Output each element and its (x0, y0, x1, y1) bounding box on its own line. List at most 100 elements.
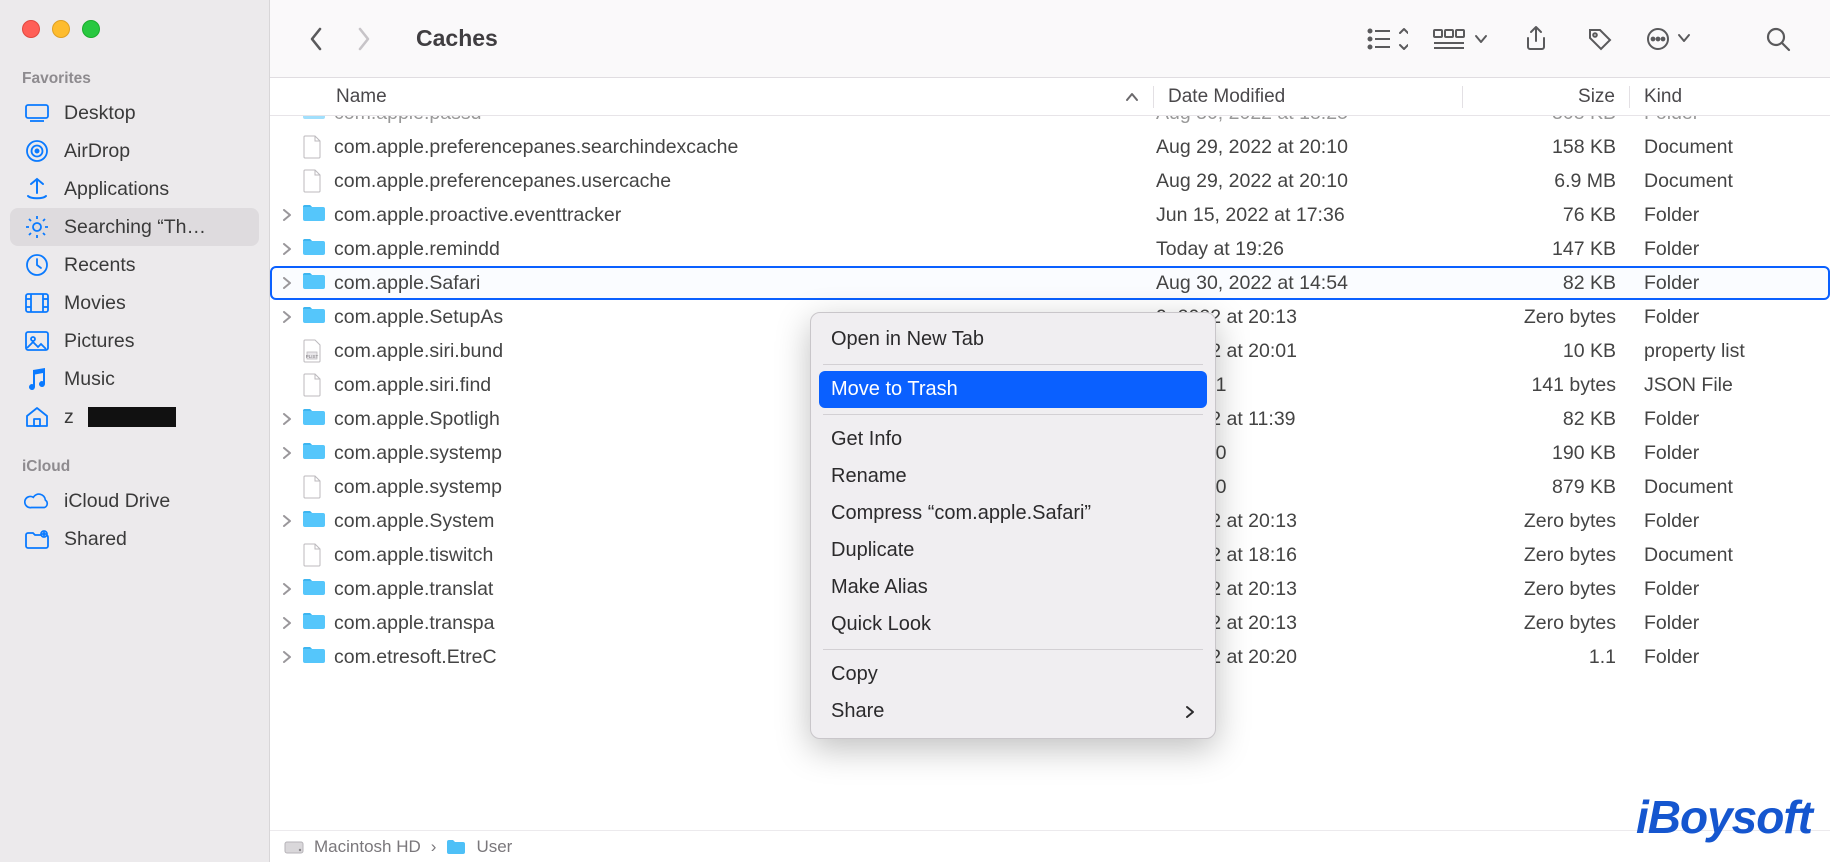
sidebar-item[interactable]: AirDrop (0, 132, 269, 170)
disclosure-chevron-icon[interactable] (278, 277, 296, 289)
menu-item[interactable]: Copy (811, 656, 1215, 693)
file-row[interactable]: com.apple.reminddToday at 19:26147 KBFol… (270, 232, 1830, 266)
folder-icon (302, 441, 326, 465)
path-segment[interactable]: Macintosh HD (314, 837, 421, 857)
column-header-name[interactable]: Name (270, 86, 1153, 108)
sidebar-item-label: Pictures (64, 330, 134, 353)
sidebar-item[interactable]: Movies (0, 284, 269, 322)
file-size: 6.9 MB (1464, 170, 1630, 193)
file-name: com.apple.remindd (334, 238, 1156, 261)
sidebar-item[interactable]: Music (0, 360, 269, 398)
shared-icon (24, 526, 50, 552)
sidebar-item-label: iCloud Drive (64, 490, 170, 513)
folder-icon (302, 237, 326, 261)
view-list-button[interactable] (1362, 21, 1410, 57)
menu-item[interactable]: Open in New Tab (811, 321, 1215, 358)
menu-item[interactable]: Get Info (811, 421, 1215, 458)
section-label: iCloud (0, 454, 269, 482)
sidebar-item[interactable]: iCloud Drive (0, 482, 269, 520)
group-button[interactable] (1426, 21, 1496, 57)
sidebar-item[interactable]: Applications (0, 170, 269, 208)
column-header-kind[interactable]: Kind (1630, 86, 1830, 108)
menu-item[interactable]: Quick Look (811, 606, 1215, 643)
disclosure-chevron-icon[interactable] (278, 243, 296, 255)
file-size: 190 KB (1464, 442, 1630, 465)
sidebar-item-label: Desktop (64, 102, 136, 125)
disclosure-chevron-icon[interactable] (278, 311, 296, 323)
close-icon[interactable] (22, 20, 40, 38)
disclosure-chevron-icon[interactable] (278, 447, 296, 459)
menu-item[interactable]: Duplicate (811, 532, 1215, 569)
menu-item[interactable]: Compress “com.apple.Safari” (811, 495, 1215, 532)
file-size: Zero bytes (1464, 306, 1630, 329)
file-row[interactable]: com.apple.preferencepanes.searchindexcac… (270, 130, 1830, 164)
sidebar-item[interactable]: Desktop (0, 94, 269, 132)
menu-item-label: Open in New Tab (831, 328, 984, 351)
column-header-size[interactable]: Size (1463, 86, 1629, 108)
file-size: 158 KB (1464, 136, 1630, 159)
file-kind: Folder (1630, 646, 1830, 669)
section-label: Favorites (0, 66, 269, 94)
minimize-icon[interactable] (52, 20, 70, 38)
forward-button[interactable] (346, 21, 382, 57)
menu-item[interactable]: Share (811, 693, 1215, 730)
file-size: Zero bytes (1464, 578, 1630, 601)
file-date: Aug 29, 2022 at 20:10 (1156, 136, 1464, 159)
file-row[interactable]: com.apple.passdAug 30, 2022 at 18:25308 … (270, 116, 1830, 130)
search-button[interactable] (1754, 21, 1802, 57)
svg-text:PLIST: PLIST (306, 354, 319, 359)
menu-item[interactable]: Make Alias (811, 569, 1215, 606)
file-row[interactable]: com.apple.proactive.eventtrackerJun 15, … (270, 198, 1830, 232)
sidebar-item[interactable]: Searching “Th… (10, 208, 259, 246)
file-kind: Document (1630, 136, 1830, 159)
file-date: Aug 30, 2022 at 14:54 (1156, 272, 1464, 295)
menu-item-label: Get Info (831, 428, 902, 451)
menu-item-label: Move to Trash (831, 378, 958, 401)
gear-icon (24, 214, 50, 240)
folder-icon (302, 271, 326, 295)
file-size: 308 KB (1464, 116, 1630, 125)
column-header-date[interactable]: Date Modified (1154, 86, 1462, 108)
disclosure-chevron-icon[interactable] (278, 209, 296, 221)
disclosure-chevron-icon[interactable] (278, 515, 296, 527)
file-size: 10 KB (1464, 340, 1630, 363)
file-row[interactable]: com.apple.SafariAug 30, 2022 at 14:5482 … (270, 266, 1830, 300)
sidebar-item[interactable]: Shared (0, 520, 269, 558)
file-size: 141 bytes (1464, 374, 1630, 397)
file-size: 147 KB (1464, 238, 1630, 261)
sidebar: Favorites Desktop AirDropApplicationsSearc… (0, 0, 270, 862)
tags-button[interactable] (1576, 21, 1624, 57)
menu-item-label: Quick Look (831, 613, 931, 636)
page-title: Caches (416, 25, 498, 52)
disclosure-chevron-icon[interactable] (278, 413, 296, 425)
zoom-icon[interactable] (82, 20, 100, 38)
share-button[interactable] (1512, 21, 1560, 57)
doc-icon (302, 543, 326, 567)
back-button[interactable] (298, 21, 334, 57)
menu-item-label: Share (831, 700, 884, 723)
sidebar-item[interactable]: z (0, 398, 269, 436)
sidebar-item-label: Shared (64, 528, 127, 551)
apps-icon (24, 176, 50, 202)
file-kind: property list (1630, 340, 1830, 363)
disclosure-chevron-icon[interactable] (278, 617, 296, 629)
folder-icon (302, 611, 326, 635)
plist-icon: PLIST (302, 339, 326, 363)
file-date: Today at 19:26 (1156, 238, 1464, 261)
file-size: 82 KB (1464, 272, 1630, 295)
disclosure-chevron-icon[interactable] (278, 583, 296, 595)
path-segment[interactable]: User (476, 837, 512, 857)
file-name: com.apple.Safari (334, 272, 1156, 295)
sidebar-item[interactable]: Recents (0, 246, 269, 284)
folder-icon (302, 203, 326, 227)
menu-item[interactable]: Move to Trash (819, 371, 1207, 408)
file-date: Jun 15, 2022 at 17:36 (1156, 204, 1464, 227)
sidebar-item-label: Music (64, 368, 115, 391)
menu-item[interactable]: Rename (811, 458, 1215, 495)
more-button[interactable] (1640, 21, 1698, 57)
sidebar-item[interactable]: Pictures (0, 322, 269, 360)
file-kind: Folder (1630, 442, 1830, 465)
disclosure-chevron-icon[interactable] (278, 651, 296, 663)
doc-icon (302, 135, 326, 159)
file-row[interactable]: com.apple.preferencepanes.usercacheAug 2… (270, 164, 1830, 198)
